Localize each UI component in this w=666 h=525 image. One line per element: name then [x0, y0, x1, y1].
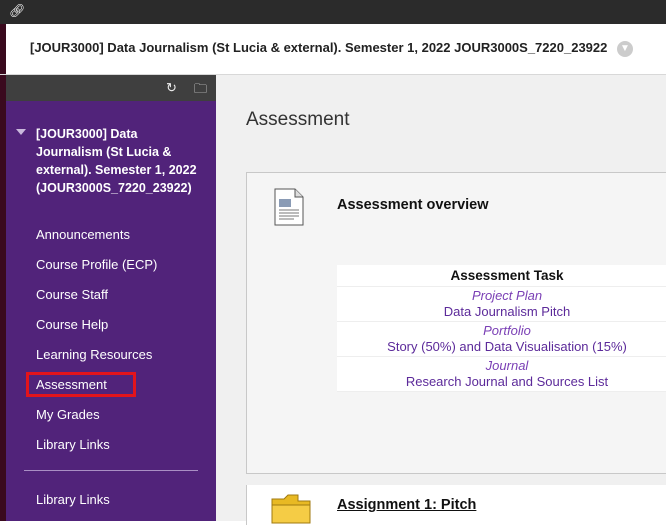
course-menu-sidebar: ↻ 🗀 [JOUR3000] Data Journalism (St Lucia…: [6, 75, 216, 521]
content-area: Assessment Assessment overview Assessmen…: [216, 75, 666, 525]
sidebar-toolbar: ↻ 🗀: [6, 75, 216, 101]
table-row: Journal Research Journal and Sources Lis…: [337, 356, 666, 392]
item-title[interactable]: Assessment overview: [337, 197, 489, 213]
sidebar-item-course-help[interactable]: Course Help: [36, 317, 108, 332]
table-header: Assessment Task: [337, 265, 666, 287]
table-row: Project Plan Data Journalism Pitch: [337, 286, 666, 322]
sidebar-divider: [24, 470, 198, 471]
top-bar: 🔗︎: [0, 0, 666, 24]
task-name: Story (50%) and Data Visualisation (15%): [387, 339, 627, 354]
task-name: Research Journal and Sources List: [405, 374, 609, 389]
sidebar-item-assessment[interactable]: Assessment: [26, 372, 136, 397]
sidebar-item-my-grades[interactable]: My Grades: [36, 407, 100, 422]
page-title: Assessment: [246, 109, 350, 130]
assessment-task-table: Assessment Task Project Plan Data Journa…: [337, 265, 666, 392]
sidebar-item-announcements[interactable]: Announcements: [36, 227, 130, 242]
course-title[interactable]: [JOUR3000] Data Journalism (St Lucia & e…: [30, 40, 607, 55]
item-title[interactable]: Assignment 1: Pitch: [337, 497, 476, 513]
task-type: Portfolio: [483, 323, 531, 338]
chevron-down-icon[interactable]: ▼: [617, 41, 633, 57]
task-name: Data Journalism Pitch: [443, 304, 571, 319]
sidebar-item-library-links-bottom[interactable]: Library Links: [36, 492, 110, 507]
document-icon: [274, 188, 304, 226]
folder-icon[interactable]: 🗀: [194, 80, 207, 102]
sidebar-course-name[interactable]: [JOUR3000] Data Journalism (St Lucia & e…: [36, 125, 206, 197]
table-row: Portfolio Story (50%) and Data Visualisa…: [337, 321, 666, 357]
sidebar-item-course-staff[interactable]: Course Staff: [36, 287, 108, 302]
content-item-assessment-overview: Assessment overview Assessment Task Proj…: [246, 172, 666, 474]
task-type: Journal: [485, 358, 529, 373]
task-type: Project Plan: [471, 288, 543, 303]
course-header: [JOUR3000] Data Journalism (St Lucia & e…: [0, 24, 666, 75]
folder-icon: [271, 494, 311, 524]
window-edge: [0, 24, 6, 74]
sidebar-item-course-profile[interactable]: Course Profile (ECP): [36, 257, 157, 272]
link-icon[interactable]: 🔗︎: [9, 3, 26, 19]
content-item-assignment-1: Assignment 1: Pitch: [246, 485, 666, 525]
sidebar-item-library-links[interactable]: Library Links: [36, 437, 110, 452]
collapse-triangle-icon[interactable]: [16, 129, 26, 135]
sidebar-item-learning-resources[interactable]: Learning Resources: [36, 347, 152, 362]
refresh-icon[interactable]: ↻: [166, 80, 177, 96]
